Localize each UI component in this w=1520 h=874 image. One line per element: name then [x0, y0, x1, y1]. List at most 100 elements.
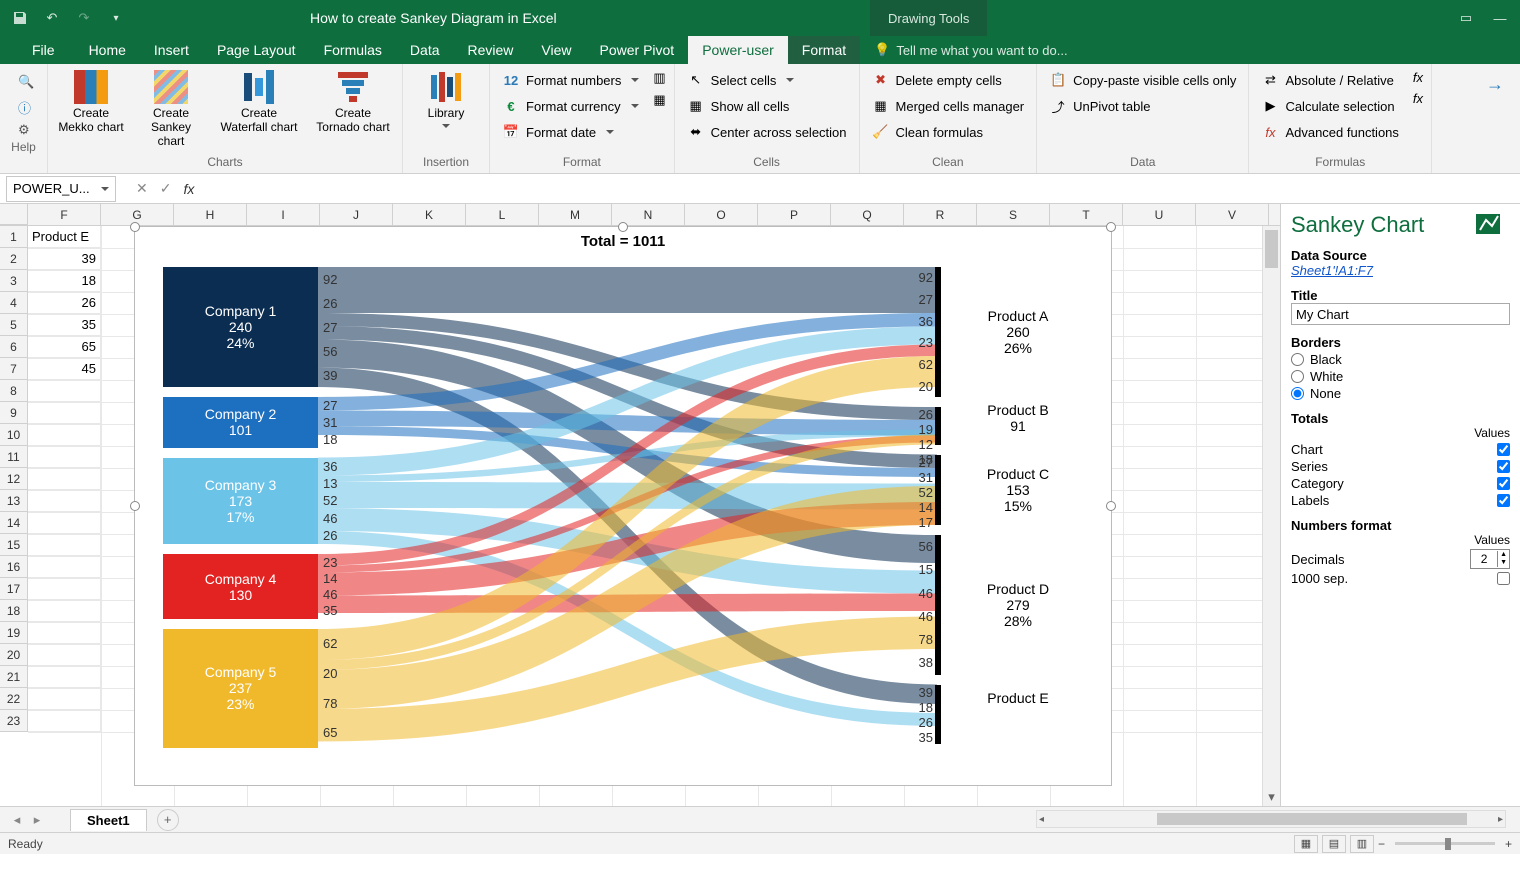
chart-type-icon[interactable] [1474, 212, 1510, 245]
library-button[interactable]: Library [411, 68, 481, 128]
row-header[interactable]: 16 [0, 556, 28, 578]
chart-title-input[interactable] [1291, 303, 1510, 325]
row-header[interactable]: 2 [0, 248, 28, 270]
accept-formula-icon[interactable]: ✓ [160, 180, 172, 197]
col-header[interactable]: F [28, 204, 101, 225]
row-header[interactable]: 10 [0, 424, 28, 446]
vertical-scrollbar[interactable]: ▴ ▾ [1262, 226, 1280, 806]
resize-handle[interactable] [618, 222, 628, 232]
cell[interactable]: 35 [28, 314, 101, 336]
cell[interactable] [28, 380, 101, 402]
cell[interactable]: 65 [28, 336, 101, 358]
col-header[interactable]: S [977, 204, 1050, 225]
tab-format[interactable]: Format [788, 36, 860, 64]
resize-handle[interactable] [130, 222, 140, 232]
tot-series-check[interactable] [1497, 460, 1510, 473]
col-header[interactable]: R [904, 204, 977, 225]
select-cells[interactable]: ↖Select cells [683, 68, 851, 92]
tab-data[interactable]: Data [396, 36, 454, 64]
col-header[interactable]: U [1123, 204, 1196, 225]
cell[interactable] [28, 512, 101, 534]
scroll-down-icon[interactable]: ▾ [1263, 788, 1280, 806]
unpivot-table[interactable]: ⤴UnPivot table [1045, 94, 1240, 118]
cell[interactable] [28, 402, 101, 424]
format-currency[interactable]: €Format currency [498, 94, 643, 118]
cell[interactable] [28, 468, 101, 490]
row-header[interactable]: 14 [0, 512, 28, 534]
cell[interactable] [28, 446, 101, 468]
create-tornado-chart[interactable]: CreateTornado chart [312, 68, 394, 134]
spin-up-icon[interactable]: ▲ [1498, 551, 1509, 559]
row-header[interactable]: 3 [0, 270, 28, 292]
center-across-selection[interactable]: ⬌Center across selection [683, 120, 851, 144]
cell[interactable]: 45 [28, 358, 101, 380]
zoom-slider[interactable] [1395, 842, 1495, 845]
col-header[interactable]: M [539, 204, 612, 225]
sheet-tab-sheet1[interactable]: Sheet1 [70, 809, 147, 831]
tab-insert[interactable]: Insert [140, 36, 203, 64]
tell-me-input[interactable]: 💡Tell me what you want to do... [860, 36, 1081, 64]
cell[interactable] [28, 666, 101, 688]
row-header[interactable]: 11 [0, 446, 28, 468]
add-sheet-button[interactable]: + [157, 809, 179, 831]
row-header[interactable]: 8 [0, 380, 28, 402]
name-box[interactable]: POWER_U... [6, 176, 116, 202]
advanced-functions[interactable]: fxAdvanced functions [1257, 120, 1402, 144]
fx-icon[interactable]: fx [183, 181, 194, 197]
tab-page-layout[interactable]: Page Layout [203, 36, 310, 64]
row-header[interactable]: 1 [0, 226, 28, 248]
cell[interactable] [28, 710, 101, 732]
column-icon[interactable]: ▥ [653, 70, 665, 86]
resize-handle[interactable] [1106, 222, 1116, 232]
tab-home[interactable]: Home [75, 36, 140, 64]
border-none-radio[interactable]: None [1291, 386, 1510, 401]
sankey-chart-object[interactable]: Total = 1011 Company 124024%9226275639Co… [134, 226, 1112, 786]
row-header[interactable]: 17 [0, 578, 28, 600]
row-header[interactable]: 22 [0, 688, 28, 710]
undo-icon[interactable]: ↶ [38, 4, 66, 32]
cell[interactable] [28, 424, 101, 446]
calculate-selection[interactable]: ▶Calculate selection [1257, 94, 1402, 118]
copy-paste-visible[interactable]: 📋Copy-paste visible cells only [1045, 68, 1240, 92]
row-header[interactable]: 23 [0, 710, 28, 732]
fx2-icon[interactable]: fx [1413, 91, 1423, 106]
cell[interactable]: 39 [28, 248, 101, 270]
cell[interactable] [28, 600, 101, 622]
row-header[interactable]: 9 [0, 402, 28, 424]
tot-chart-check[interactable] [1497, 443, 1510, 456]
row-header[interactable]: 5 [0, 314, 28, 336]
view-page-layout-icon[interactable]: ▤ [1322, 835, 1346, 853]
merge-icon[interactable]: ▦ [653, 92, 665, 108]
scroll-thumb-h[interactable] [1157, 813, 1467, 825]
info-icon[interactable]: ⓘ [18, 98, 36, 116]
absolute-relative[interactable]: ⇄Absolute / Relative [1257, 68, 1402, 92]
minimize-icon[interactable]: — [1486, 4, 1514, 32]
row-header[interactable]: 21 [0, 666, 28, 688]
tot-category-check[interactable] [1497, 477, 1510, 490]
decimals-spinner[interactable]: ▲▼ [1470, 549, 1510, 569]
cancel-formula-icon[interactable]: ✕ [136, 180, 148, 197]
horizontal-scrollbar[interactable]: ◂ ▸ [1036, 810, 1506, 828]
create-mekko-chart[interactable]: CreateMekko chart [56, 68, 126, 134]
cell[interactable] [28, 688, 101, 710]
show-all-cells[interactable]: ▦Show all cells [683, 94, 851, 118]
tab-formulas[interactable]: Formulas [310, 36, 396, 64]
save-icon[interactable] [6, 4, 34, 32]
col-header[interactable]: I [247, 204, 320, 225]
cell[interactable]: 18 [28, 270, 101, 292]
qat-dropdown-icon[interactable]: ▾ [102, 4, 130, 32]
col-header[interactable]: P [758, 204, 831, 225]
tot-labels-check[interactable] [1497, 494, 1510, 507]
row-header[interactable]: 20 [0, 644, 28, 666]
row-header[interactable]: 12 [0, 468, 28, 490]
tab-power-user[interactable]: Power-user [688, 36, 788, 64]
row-header[interactable]: 19 [0, 622, 28, 644]
row-header[interactable]: 15 [0, 534, 28, 556]
cell[interactable] [28, 578, 101, 600]
scroll-left-icon[interactable]: ◂ [1039, 814, 1044, 825]
clean-formulas[interactable]: 🧹Clean formulas [868, 120, 1029, 144]
tab-power-pivot[interactable]: Power Pivot [586, 36, 689, 64]
search-icon[interactable]: 🔍 [18, 74, 36, 92]
zoom-out-icon[interactable]: − [1378, 837, 1385, 851]
format-numbers[interactable]: 12Format numbers [498, 68, 643, 92]
